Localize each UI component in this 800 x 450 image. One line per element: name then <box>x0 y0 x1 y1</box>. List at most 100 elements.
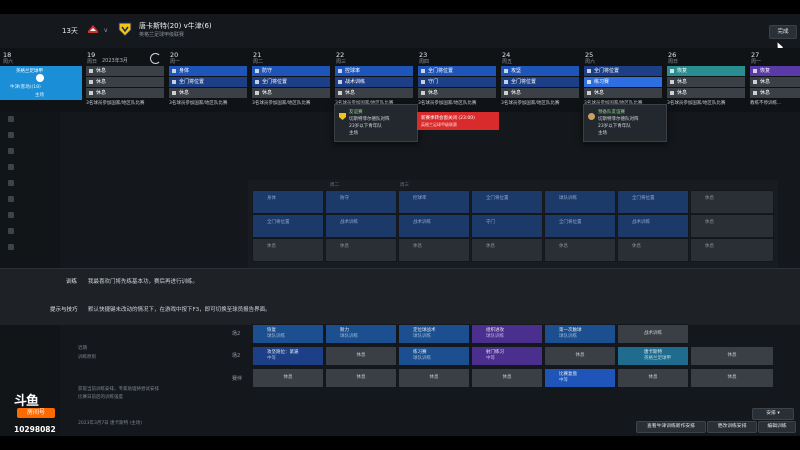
session-cell[interactable]: 组织进攻 球队训练 <box>471 324 543 344</box>
session-cell[interactable]: 休息 <box>617 368 689 388</box>
grid-cell[interactable]: 休息 <box>398 238 470 262</box>
calendar-day[interactable]: 20 周一 身体 全门将位置 休息 3名球员参加国家/地区队比赛 <box>167 48 249 112</box>
session-cell[interactable]: 休息 <box>690 368 774 388</box>
calendar-day[interactable]: 25 周六 全门将位置 练习赛 休息 3名球员参加国家/地区队比赛 <box>582 48 664 112</box>
grid-cell[interactable]: 休息 <box>325 238 397 262</box>
session-slot[interactable]: 休息 <box>169 88 247 98</box>
calendar-day[interactable]: 24 周五 攻坚 全门将位置 休息 3名球员参加国家/地区队比赛 <box>499 48 581 112</box>
session-cell[interactable]: 休息 <box>690 346 774 366</box>
session-cell[interactable]: 休息 <box>471 368 543 388</box>
weekday: 周五 <box>502 59 513 65</box>
reserve-friendly-popup[interactable]: 预备队友谊赛 切斯特菲尔德队对阵 23岁以下青年队 主场 <box>583 104 667 142</box>
session-cell[interactable]: 休息 <box>325 346 397 366</box>
calendar-day[interactable]: 21 周二 防守 全门将位置 休息 3名球员参加国家/地区队比赛 <box>250 48 332 112</box>
view-training-button[interactable]: 查看牛津训练新作安排 <box>636 421 706 433</box>
calendar-day[interactable]: 26 周日 恢复 休息 休息 3名球员参加国家/地区队比赛 <box>665 48 747 112</box>
session-slot[interactable]: 全门将位置 <box>252 77 330 87</box>
session-slot[interactable]: 身体 <box>169 66 247 76</box>
grid-cell[interactable]: 防守 <box>325 190 397 214</box>
grid-cell[interactable]: 全门将位置 <box>544 214 616 238</box>
list-item: 近期 <box>78 346 87 351</box>
session-cell[interactable]: 练习赛 球队训练 <box>398 346 470 366</box>
weekday: 周一 <box>751 59 762 65</box>
weekday: 周日 <box>668 59 679 65</box>
session-cell[interactable]: 恢复 球队训练 <box>252 324 324 344</box>
session-cell[interactable]: 休息 <box>252 368 324 388</box>
grid-cell[interactable]: 身体 <box>252 190 324 214</box>
session-slot[interactable]: 休息 <box>750 88 800 98</box>
grid-cell[interactable]: 休息 <box>690 214 774 238</box>
session-cell[interactable]: 休息 <box>544 346 616 366</box>
grid-cell[interactable]: 全门将位置 <box>617 190 689 214</box>
session-slot[interactable]: 休息 <box>501 88 579 98</box>
cell-sub: 球队训练 <box>486 334 504 339</box>
session-slot[interactable]: 练习赛 <box>584 77 662 87</box>
friendly-popup[interactable]: 友谊赛 切斯特菲尔德队对阵 23岁以下青年队 主场 <box>334 104 418 142</box>
grid-cell[interactable]: 全门将位置 <box>471 190 543 214</box>
calendar-day[interactable]: 23 周四 全门将位置 守门 休息 3名球员参加国家/地区队比赛 <box>416 48 498 112</box>
match-cell[interactable]: 唐卡斯特 英格兰足球甲 <box>617 346 689 366</box>
list-item[interactable]: 2023年3月7日 唐卡斯特 (主场) <box>78 420 142 426</box>
session-slot[interactable]: 休息 <box>86 66 164 76</box>
session-slot[interactable]: 休息 <box>86 77 164 87</box>
session-slot[interactable]: 休息 <box>418 88 496 98</box>
cell-sub: 球队训练 <box>559 334 577 339</box>
session-slot[interactable]: 休息 <box>750 77 800 87</box>
popup-venue: 主场 <box>349 131 358 136</box>
grid-cell[interactable]: 全门将位置 <box>252 214 324 238</box>
calendar-day[interactable]: 19 周日 休息 休息 休息 3名球员参加国家/地区队比赛 <box>84 48 166 112</box>
session-cell[interactable]: 攻坚跑位：紧逼 中等 <box>252 346 324 366</box>
day-note: 3名球员参加国家/地区队比赛 <box>667 101 726 106</box>
cell-sub: 球队训练 <box>413 356 431 361</box>
grid-col-header: 周三 <box>400 183 409 188</box>
session-slot[interactable]: 恢复 <box>750 66 800 76</box>
session-slot[interactable]: 全门将位置 <box>501 77 579 87</box>
session-slot[interactable]: 休息 <box>86 88 164 98</box>
session-cell[interactable]: 射门练习 中等 <box>471 346 543 366</box>
session-slot[interactable]: 防守 <box>252 66 330 76</box>
grid-cell[interactable]: 休息 <box>690 238 774 262</box>
calendar-day[interactable]: 22 周三 控球率 战术训练 休息 3名球员参加国家/地区队比赛 <box>333 48 415 112</box>
session-slot[interactable]: 休息 <box>335 88 413 98</box>
grid-cell[interactable]: 控球率 <box>398 190 470 214</box>
session-slot[interactable]: 恢复 <box>667 66 745 76</box>
session-slot[interactable]: 休息 <box>252 88 330 98</box>
session-slot[interactable]: 全门将位置 <box>418 66 496 76</box>
weekday: 周日 <box>87 59 98 65</box>
grid-cell[interactable]: 战术训练 <box>398 214 470 238</box>
session-cell[interactable]: 战术训练 <box>617 324 689 344</box>
session-cell[interactable]: 休息 <box>325 368 397 388</box>
session-cell[interactable]: 休息 <box>398 368 470 388</box>
edit-training-button[interactable]: 编辑训练 <box>758 421 796 433</box>
grid-cell[interactable]: 球队训练 <box>544 190 616 214</box>
grid-cell[interactable]: 战术训练 <box>325 214 397 238</box>
change-schedule-button[interactable]: 更改训练安排 <box>707 421 757 433</box>
session-slot[interactable]: 休息 <box>584 88 662 98</box>
session-slot[interactable]: 攻坚 <box>501 66 579 76</box>
session-slot[interactable]: 控球率 <box>335 66 413 76</box>
session-cell[interactable]: 耐力 球队训练 <box>325 324 397 344</box>
arrange-dropdown[interactable]: 安排 ▾ <box>752 408 794 420</box>
grid-cell[interactable]: 守门 <box>471 214 543 238</box>
grid-cell[interactable]: 休息 <box>252 238 324 262</box>
tip-label: 提示与技巧 <box>50 307 78 313</box>
session-slot[interactable]: 全门将位置 <box>169 77 247 87</box>
session-cell[interactable]: 第一次触球 球队训练 <box>544 324 616 344</box>
transfer-deadline-event[interactable]: 新赛季转会窗关闭 (23:00) 英格兰足球甲级联赛 <box>417 112 499 130</box>
calendar-day[interactable]: 27 周一 恢复 休息 休息 教练不停训练... <box>748 48 800 112</box>
grid-cell[interactable]: 休息 <box>471 238 543 262</box>
done-button[interactable]: 完成 <box>769 25 797 39</box>
session-slot[interactable]: 休息 <box>667 77 745 87</box>
session-cell[interactable]: 比赛复盘 中等 <box>544 368 616 388</box>
grid-cell[interactable]: 战术训练 <box>617 214 689 238</box>
session-slot[interactable]: 全门将位置 <box>584 66 662 76</box>
session-cell[interactable]: 定位球战术 球队训练 <box>398 324 470 344</box>
session-slot[interactable]: 战术训练 <box>335 77 413 87</box>
grid-cell[interactable]: 休息 <box>690 190 774 214</box>
grid-cell[interactable]: 休息 <box>617 238 689 262</box>
grid-cell[interactable]: 休息 <box>544 238 616 262</box>
list-item: 获取当前训练安排，专家助理将尝试安排 <box>78 387 159 392</box>
session-slot[interactable]: 休息 <box>667 88 745 98</box>
ball-icon <box>36 74 44 82</box>
session-slot[interactable]: 守门 <box>418 77 496 87</box>
